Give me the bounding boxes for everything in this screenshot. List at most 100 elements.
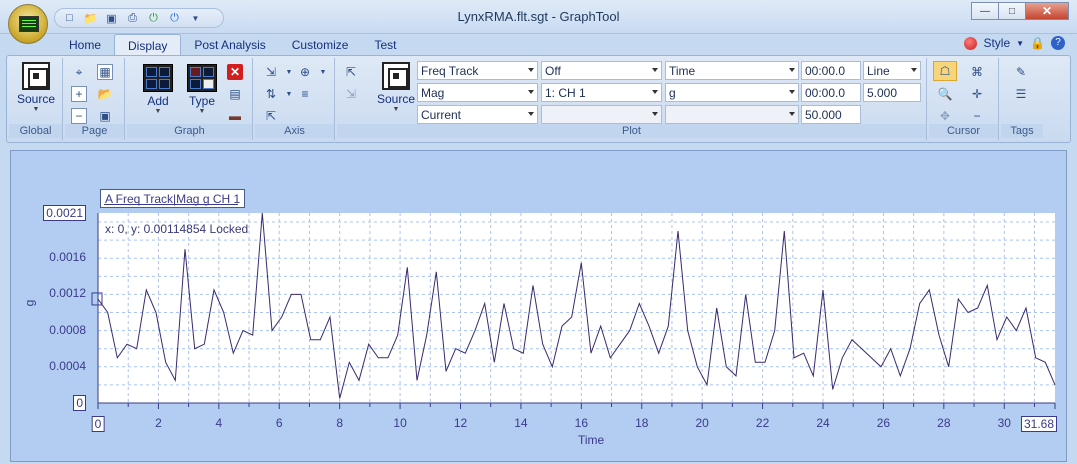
title-bar: □ 📁 ▣ ⎙ ⏻ ⏻ ▼ LynxRMA.flt.sgt - GraphToo…	[0, 0, 1077, 34]
y-tick-label: 0.0004	[49, 358, 86, 373]
axis-align-icon[interactable]: ≡	[297, 86, 313, 102]
empty-select-1[interactable]	[541, 105, 662, 124]
zoom-icon[interactable]: 🔍	[937, 86, 953, 102]
scope-icon	[19, 16, 39, 32]
delete-graph-icon[interactable]: ✕	[227, 64, 243, 80]
x-tick-label[interactable]: 0	[91, 416, 105, 432]
tab-post-analysis[interactable]: Post Analysis	[181, 34, 278, 56]
group-label-global: Global	[9, 124, 62, 138]
analysis-type-select[interactable]: Freq Track	[417, 61, 538, 80]
minimize-button[interactable]: —	[971, 2, 999, 20]
group-axis: ⇲ ▼ ⊕ ▼ ⇅ ▼ ≡ ⇱ Axis	[255, 58, 335, 140]
group-label-cursor: Cursor	[929, 124, 998, 138]
group-label-plot: Plot	[337, 124, 926, 138]
data-source-select[interactable]: Current	[417, 105, 538, 124]
y-tick-label[interactable]: 0.0021	[43, 205, 86, 221]
help-icon[interactable]: ?	[1051, 36, 1065, 50]
add-page-icon[interactable]: +	[71, 86, 87, 102]
y-tick-label[interactable]: 0	[73, 395, 86, 411]
group-global: Source ▼ Global	[9, 58, 63, 140]
axis-add-icon[interactable]: ⊕	[297, 64, 313, 80]
ribbon-tabs: Home Display Post Analysis Customize Tes…	[56, 34, 409, 56]
x-tick-label[interactable]: 31.68	[1020, 416, 1058, 432]
group-label-page: Page	[65, 124, 124, 138]
add-graph-icon	[143, 64, 173, 92]
window-select[interactable]: Off	[541, 61, 662, 80]
plot-legend[interactable]: A Freq Track|Mag g CH 1	[100, 189, 246, 208]
axis-range-icon[interactable]: ⇲	[263, 64, 279, 80]
empty-select-2[interactable]	[665, 105, 799, 124]
axis-range-dropdown-icon[interactable]: ▼	[281, 64, 297, 80]
save-page-icon[interactable]: ▣	[97, 108, 113, 124]
source-icon	[382, 62, 411, 90]
start-time-field[interactable]: 00:00.0	[801, 61, 861, 80]
axis-scale-dropdown-icon[interactable]: ▼	[281, 86, 297, 102]
add-tag-icon[interactable]: ✎	[1013, 64, 1029, 80]
axis-scale-icon[interactable]: ⇅	[263, 86, 279, 102]
plot-compare-icon[interactable]: ⇲	[343, 86, 359, 102]
group-label-graph: Graph	[127, 124, 252, 138]
cursor-select-icon[interactable]: ☖	[933, 61, 957, 81]
style-menu[interactable]: Style	[983, 36, 1010, 50]
chevron-down-icon: ▼	[198, 108, 206, 115]
graph-type-button[interactable]: Type ▼	[187, 64, 217, 116]
app-menu-button[interactable]	[8, 4, 48, 44]
style-icon[interactable]	[964, 36, 978, 50]
global-source-button[interactable]: Source ▼	[17, 62, 55, 114]
tab-home[interactable]: Home	[56, 34, 114, 56]
line-style-select[interactable]: Line	[863, 61, 921, 80]
ribbon-panel: Source ▼ Global ⌖ ▦ + 📂 − ▣ Page Add ▼ T…	[6, 55, 1071, 143]
style-dropdown-icon[interactable]: ▼	[1016, 39, 1024, 48]
x-tick-label: 22	[755, 416, 770, 430]
cursor-remove-icon[interactable]: −	[969, 108, 985, 124]
plot-source-button[interactable]: Source ▼	[377, 62, 415, 114]
y-tick-label: 0.0016	[49, 250, 86, 265]
x-tick-label: 24	[816, 416, 830, 430]
tab-display[interactable]: Display	[114, 34, 182, 56]
pan-icon[interactable]: ✥	[937, 108, 953, 124]
channel-select[interactable]: 1: CH 1	[541, 83, 662, 102]
crosshair-icon[interactable]: ⌖	[71, 64, 87, 80]
graph-layout-icon[interactable]: ▤	[227, 86, 243, 102]
x-tick-label: 26	[876, 416, 891, 430]
window-title: LynxRMA.flt.sgt - GraphTool	[457, 9, 620, 24]
chevron-down-icon: ▼	[32, 106, 40, 113]
group-page: ⌖ ▦ + 📂 − ▣ Page	[65, 58, 125, 140]
group-label-axis: Axis	[255, 124, 334, 138]
y-axis-label: g	[22, 299, 37, 307]
x-axis-select[interactable]: Time	[665, 61, 799, 80]
axis-autoscale-icon[interactable]: ⇱	[263, 108, 279, 124]
x-tick-label: 6	[275, 416, 283, 430]
unit-select[interactable]: g	[665, 83, 799, 102]
x-tick-label: 30	[997, 416, 1011, 430]
line-width-field[interactable]: 5.000	[863, 83, 921, 102]
page-setup-icon[interactable]: ▦	[97, 64, 113, 80]
format-select[interactable]: Mag	[417, 83, 538, 102]
ribbon-right-controls: Style ▼ 🔒 ?	[964, 36, 1065, 50]
cursor-peak-icon[interactable]: ⌘	[969, 64, 985, 80]
tab-test[interactable]: Test	[361, 34, 409, 56]
tab-customize[interactable]: Customize	[279, 34, 362, 56]
cursor-add-icon[interactable]: ✛	[969, 86, 985, 102]
plot-source-label: Source	[377, 92, 416, 106]
remove-page-icon[interactable]: −	[71, 108, 87, 124]
maximize-button[interactable]: □	[998, 2, 1026, 20]
x-axis-label: Time	[578, 433, 605, 447]
axis-add-dropdown-icon[interactable]: ▼	[315, 64, 331, 80]
lock-icon[interactable]: 🔒	[1030, 36, 1045, 50]
y-tick-label: 0.0008	[49, 322, 86, 337]
add-plot-icon[interactable]: ⇱	[343, 64, 359, 80]
x-tick-label: 14	[514, 416, 528, 430]
end-time-field[interactable]: 00:00.0	[801, 83, 861, 102]
x-tick-label: 18	[635, 416, 649, 430]
graph-overlay-icon[interactable]: ▬	[227, 108, 243, 124]
open-folder-icon[interactable]: 📂	[97, 86, 113, 102]
chevron-down-icon: ▼	[392, 106, 400, 113]
frequency-field[interactable]: 50.000	[801, 105, 861, 124]
graph-add-button[interactable]: Add ▼	[143, 64, 173, 116]
graph-type-icon	[187, 64, 217, 92]
close-button[interactable]: ✕	[1025, 2, 1069, 20]
x-tick-label: 28	[937, 416, 951, 430]
tag-list-icon[interactable]: ☰	[1013, 86, 1029, 102]
group-plot: ⇱ ⇲ Source ▼ Freq Track Off Time 00:00.0…	[337, 58, 927, 140]
